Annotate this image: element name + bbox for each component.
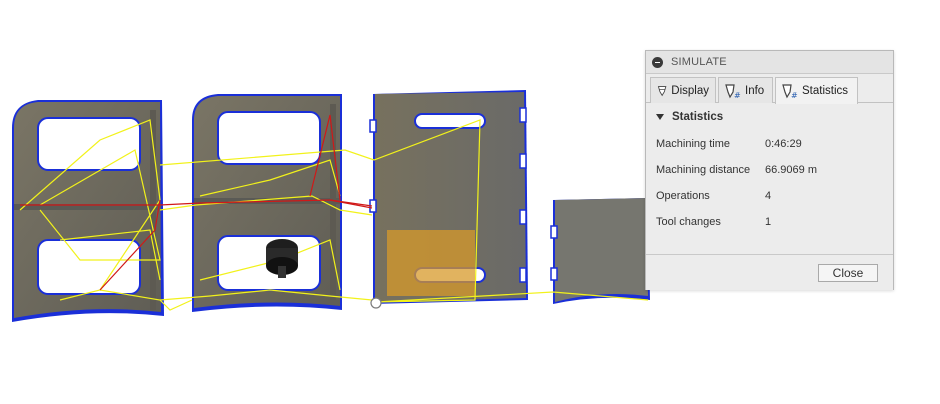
statistics-section-header[interactable]: Statistics	[656, 111, 723, 123]
dialog-footer: Close	[646, 254, 893, 290]
svg-text:#: #	[791, 91, 798, 99]
statistics-tool-icon: #	[782, 84, 798, 99]
tab-display[interactable]: Display	[650, 77, 716, 103]
machined-part-1	[12, 100, 164, 322]
dialog-header: SIMULATE	[646, 51, 893, 74]
collapse-dialog-icon[interactable]	[652, 57, 663, 68]
machined-part-3	[369, 90, 528, 304]
tab-bar: Display # Info # Statistics	[646, 74, 893, 104]
caret-down-icon	[656, 114, 664, 120]
tab-display-label: Display	[671, 84, 709, 97]
display-settings-icon	[657, 85, 667, 96]
stat-label: Machining distance	[656, 164, 751, 176]
close-button[interactable]: Close	[818, 264, 878, 282]
stat-label: Operations	[656, 190, 710, 202]
machined-part-4	[550, 198, 650, 304]
stat-value: 4	[765, 190, 772, 202]
origin-marker[interactable]	[370, 297, 382, 309]
cutting-tool	[266, 239, 298, 278]
tab-statistics-label: Statistics	[802, 85, 849, 97]
stat-value: 0:46:29	[765, 138, 802, 150]
stat-value: 66.9069 m	[765, 164, 817, 176]
stat-value: 1	[765, 216, 772, 228]
section-title: Statistics	[672, 111, 724, 123]
tab-statistics[interactable]: # Statistics	[775, 77, 858, 104]
dialog-title: SIMULATE	[671, 56, 727, 68]
simulate-dialog: SIMULATE Display # Info # Statistics Sta…	[645, 50, 894, 290]
stat-label: Machining time	[656, 138, 730, 150]
tab-info-label: Info	[745, 84, 765, 97]
info-tool-icon: #	[725, 83, 741, 99]
tab-info[interactable]: # Info	[718, 77, 773, 103]
svg-text:#: #	[734, 91, 741, 99]
stat-label: Tool changes	[656, 216, 721, 228]
